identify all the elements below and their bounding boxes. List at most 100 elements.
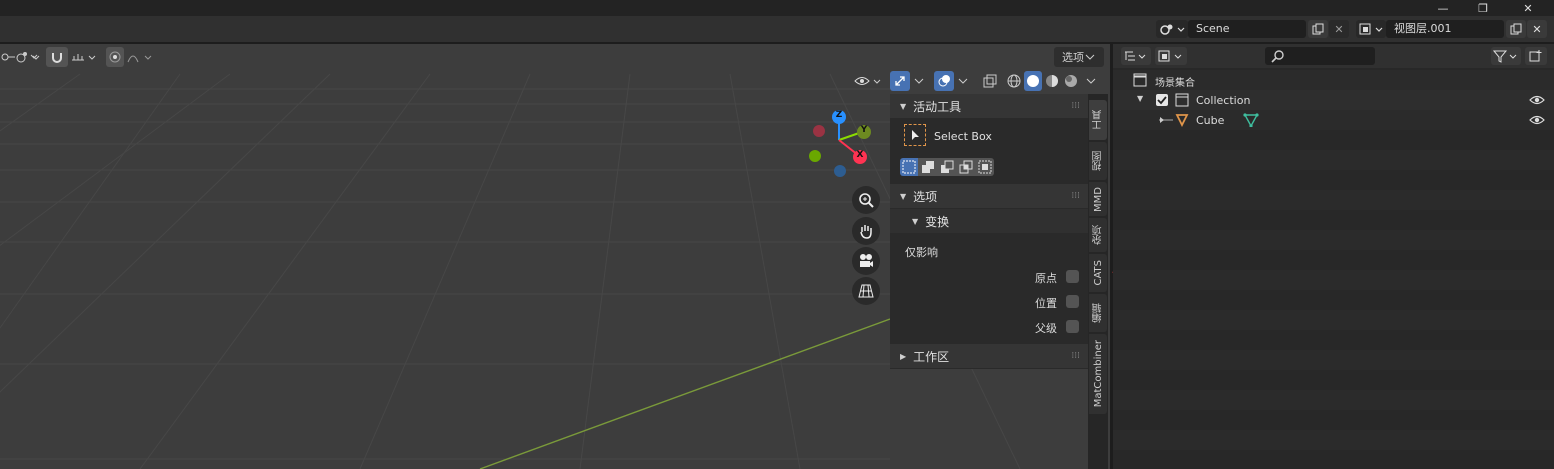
new-scene-button[interactable] [1308, 20, 1328, 38]
active-tool-name: Select Box [934, 130, 992, 143]
delete-scene-button[interactable]: ✕ [1329, 20, 1349, 38]
negative-z-axis-icon [834, 165, 846, 177]
drag-handle-icon[interactable]: ⁞⁞⁞ [1071, 101, 1080, 111]
solid-sphere-icon [1027, 75, 1039, 87]
overlay-toggle[interactable] [934, 71, 954, 91]
options-dropdown[interactable]: 选项 [1054, 47, 1104, 67]
affect-locations-label: 位置 [1035, 297, 1057, 310]
drag-handle-icon[interactable]: ⁞⁞⁞ [1071, 191, 1080, 201]
view-layer-icon [1158, 50, 1182, 62]
filter-dropdown[interactable] [1491, 47, 1521, 65]
hand-icon [860, 225, 872, 239]
filter-view-layer-dropdown[interactable] [1155, 47, 1187, 65]
gizmo-z-label: Z [835, 110, 843, 120]
minimize-button[interactable]: — [1423, 0, 1463, 16]
tab-mmd-label: MMD [1092, 186, 1104, 212]
zoom-button[interactable] [852, 186, 880, 214]
falloff-button[interactable] [126, 47, 156, 67]
triangle-down-icon[interactable]: ▼ [1137, 94, 1143, 103]
options-label: 选项 [1062, 51, 1084, 64]
tab-edit[interactable]: 编辑 [1089, 294, 1107, 332]
tab-matcombiner[interactable]: MatCombiner [1089, 334, 1107, 414]
pan-button[interactable] [852, 217, 880, 245]
affect-parents-label: 父级 [1035, 322, 1057, 335]
affect-locations-checkbox[interactable] [1066, 295, 1079, 308]
mesh-data-icon[interactable] [1243, 113, 1259, 127]
tab-cats[interactable]: CATS [1089, 254, 1107, 292]
outliner-empty-row [1113, 410, 1554, 430]
exclude-checkbox[interactable] [1156, 94, 1168, 106]
outliner-search-input[interactable] [1265, 47, 1375, 65]
outliner-empty-row [1113, 370, 1554, 390]
mode-extend-button[interactable] [918, 158, 937, 176]
outliner-empty-row [1113, 350, 1554, 370]
gizmo-toggle[interactable] [890, 71, 910, 91]
new-view-layer-button[interactable] [1506, 20, 1526, 38]
close-window-button[interactable]: ✕ [1508, 0, 1548, 16]
proportional-editing-toggle[interactable] [106, 47, 124, 67]
eye-icon[interactable] [1529, 94, 1545, 106]
tab-tool[interactable]: 工具 [1089, 100, 1107, 140]
outliner-row-collection[interactable]: ▼ Collection [1113, 90, 1554, 110]
expand-right-icon[interactable] [1157, 114, 1177, 126]
xray-toggle[interactable] [980, 71, 1000, 91]
outliner-empty-row [1113, 130, 1554, 150]
snap-toggle[interactable] [46, 47, 68, 67]
outliner-empty-row [1113, 430, 1554, 450]
visibility-dropdown[interactable] [853, 71, 885, 91]
mode-set-button[interactable] [900, 158, 918, 176]
eye-icon[interactable] [1529, 114, 1545, 126]
shading-dropdown[interactable] [1082, 71, 1100, 91]
select-box-tool-icon[interactable] [904, 124, 926, 146]
drag-handle-icon[interactable]: ⁞⁞⁞ [1071, 351, 1080, 361]
shading-rendered-button[interactable] [1062, 71, 1080, 91]
gizmo-icon [895, 76, 905, 86]
display-mode-dropdown[interactable] [1121, 47, 1151, 65]
outliner-empty-row [1113, 330, 1554, 350]
shading-solid-button[interactable] [1024, 71, 1042, 91]
view-layer-selector-button[interactable] [1356, 20, 1386, 38]
snap-target-button[interactable] [70, 47, 100, 67]
mode-difference-button[interactable] [956, 158, 975, 176]
outliner-row-cube[interactable]: Cube [1113, 110, 1554, 130]
triangle-down-icon: ▼ [900, 191, 907, 201]
affect-origins-checkbox[interactable] [1066, 270, 1079, 283]
workspace-panel-header[interactable]: ▶ 工作区 ⁞⁞⁞ [890, 344, 1088, 368]
close-icon: ✕ [1334, 22, 1344, 36]
tab-mmd[interactable]: MMD [1089, 182, 1107, 216]
tab-view[interactable]: 视图 [1089, 142, 1107, 180]
overlay-icon [938, 75, 950, 87]
shading-wireframe-button[interactable] [1005, 71, 1023, 91]
overlay-dropdown[interactable] [954, 71, 972, 91]
selection-mode-buttons [900, 158, 994, 176]
outliner-empty-row [1113, 230, 1554, 250]
outliner-empty-row [1113, 450, 1554, 469]
tab-misc[interactable]: 杂项 [1089, 218, 1107, 252]
proportional-icon [109, 51, 121, 63]
new-collection-button[interactable] [1525, 47, 1547, 65]
maximize-button[interactable]: ❐ [1463, 0, 1503, 16]
active-tool-panel-header[interactable]: ▼ 活动工具 ⁞⁞⁞ [890, 94, 1088, 118]
mode-intersect-button[interactable] [975, 158, 994, 176]
perspective-toggle-button[interactable] [852, 277, 880, 305]
delete-view-layer-button[interactable]: ✕ [1527, 20, 1547, 38]
shading-material-button[interactable] [1043, 71, 1061, 91]
options-panel-header[interactable]: ▼ 选项 ⁞⁞⁞ [890, 184, 1088, 208]
outliner-empty-row [1113, 290, 1554, 310]
transform-subpanel-header[interactable]: ▼ 变换 [890, 209, 1088, 233]
affect-parents-checkbox[interactable] [1066, 320, 1079, 333]
tab-cats-label: CATS [1092, 260, 1104, 286]
camera-view-button[interactable] [852, 247, 880, 275]
view-layer-name-field[interactable]: 视图层.001 [1386, 20, 1504, 38]
tab-view-label: 视图 [1092, 151, 1104, 171]
rendered-sphere-icon [1065, 75, 1077, 87]
scene-name-field[interactable]: Scene [1188, 20, 1306, 38]
mode-subtract-button[interactable] [937, 158, 956, 176]
chevron-down-icon [1085, 54, 1095, 60]
x-axis-line [479, 318, 891, 469]
outliner-row-scene-collection[interactable]: 场景集合 [1113, 70, 1554, 90]
pivot-point-button[interactable] [14, 47, 42, 67]
scene-selector-button[interactable] [1156, 20, 1188, 38]
gizmo-dropdown[interactable] [910, 71, 928, 91]
outliner-empty-row [1113, 190, 1554, 210]
